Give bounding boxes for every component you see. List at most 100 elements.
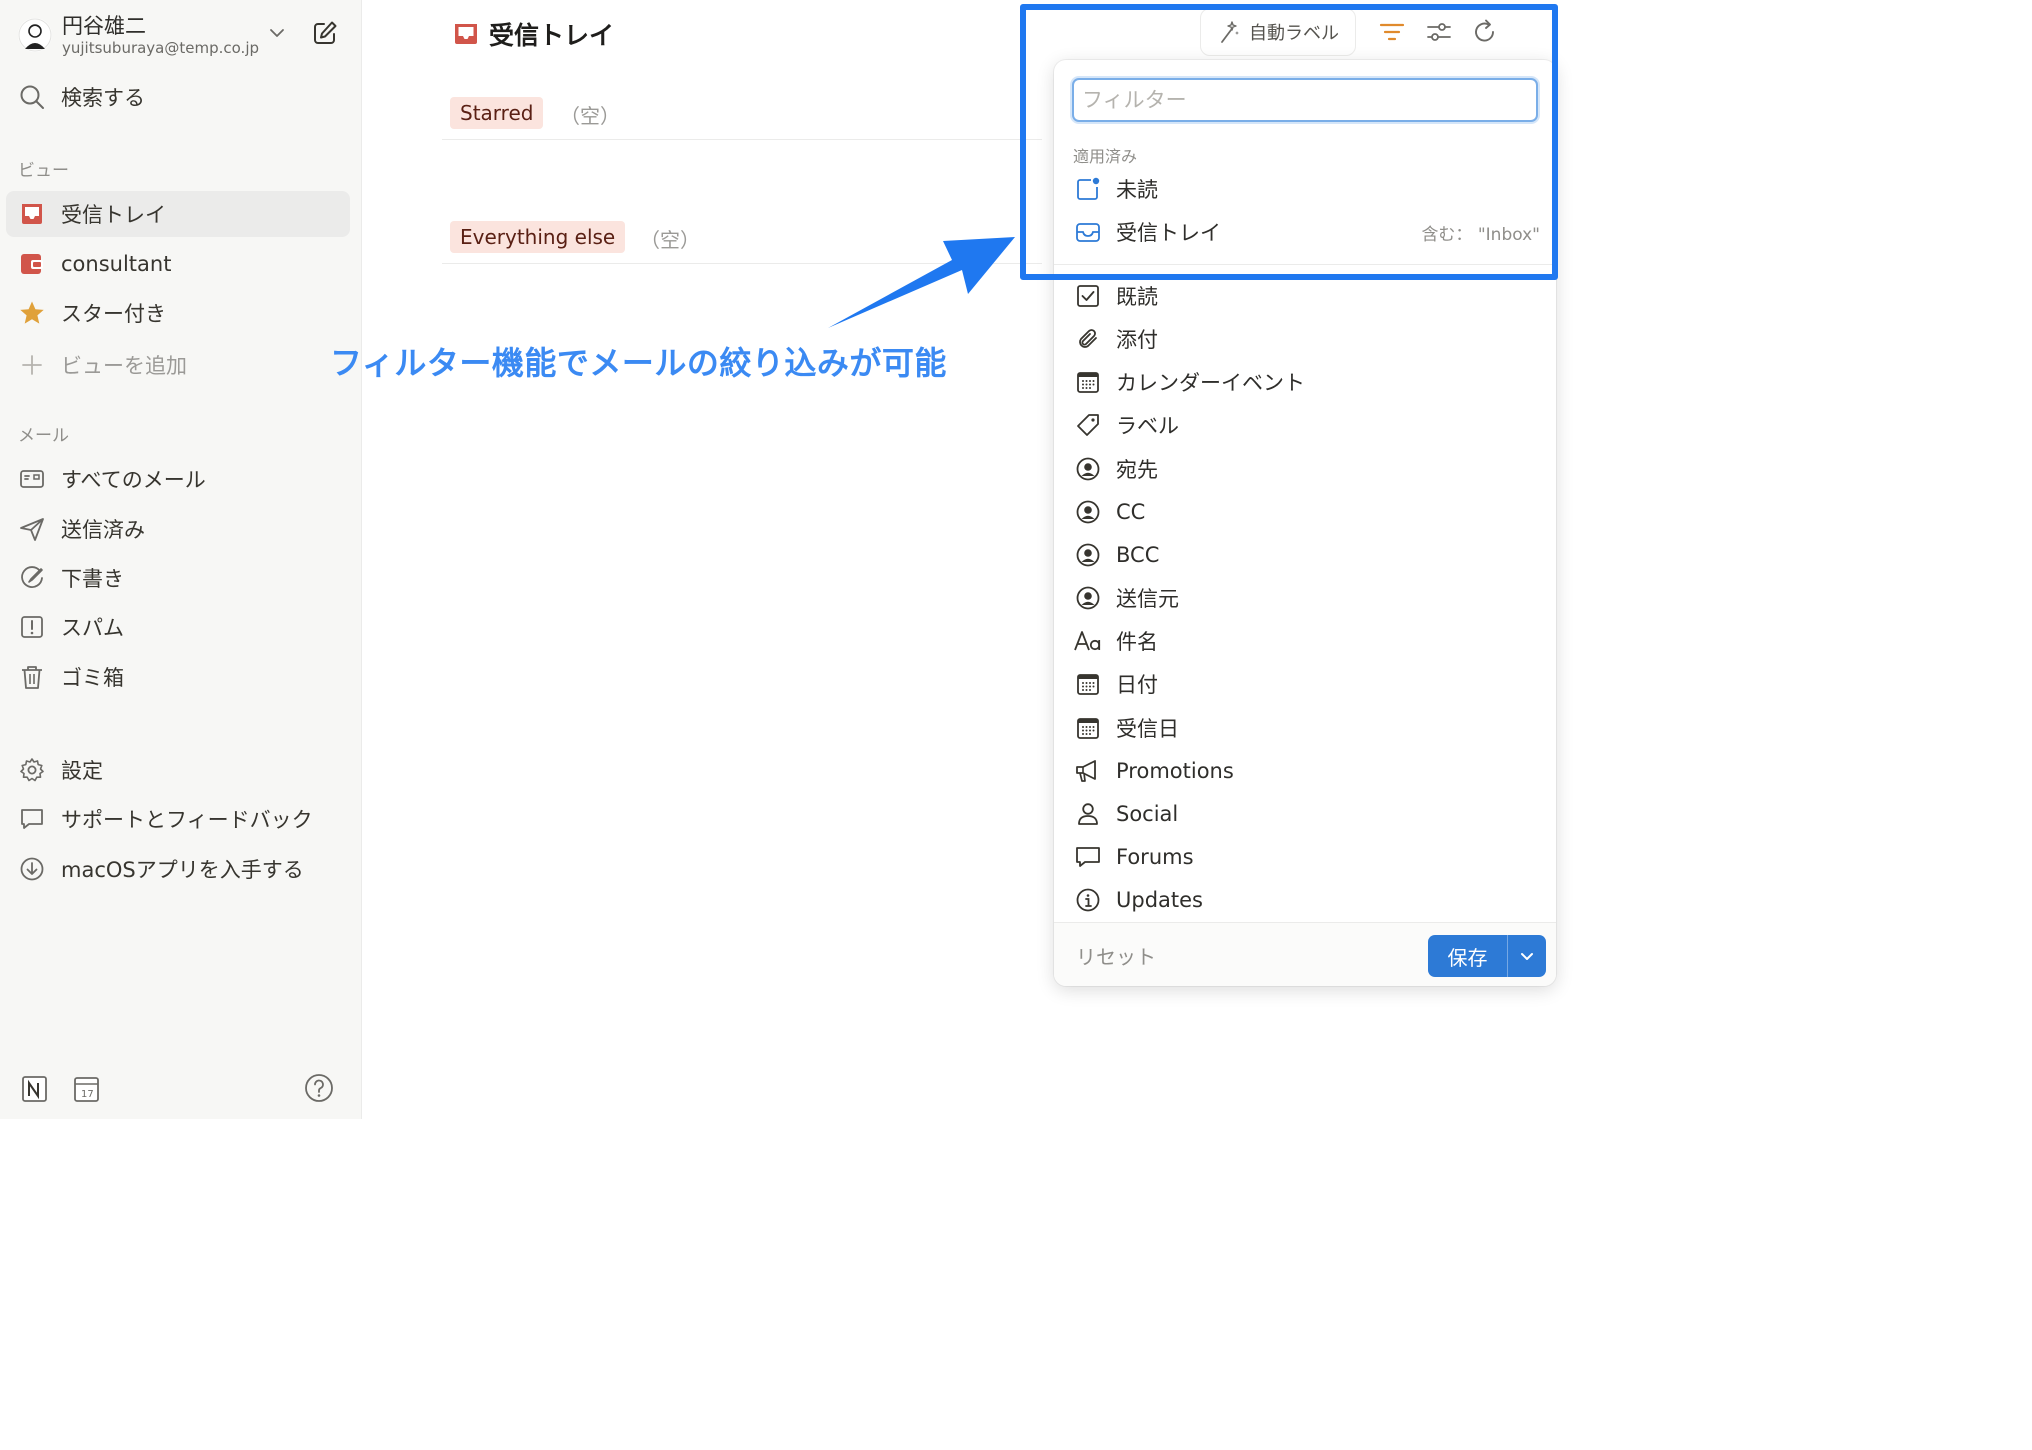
filter-applied-inbox[interactable]: 受信トレイ 含む： "Inbox" [1054,212,1556,252]
person-circle-icon [1074,455,1102,483]
account-email: yujitsuburaya@temp.co.jp [62,39,260,57]
refresh-icon[interactable] [1471,18,1499,46]
paperclip-icon [1074,325,1102,353]
filter-option-received-date[interactable]: 受信日 [1054,708,1556,748]
sidebar-item-trash[interactable]: ゴミ箱 [6,654,350,700]
sidebar-item-label: 設定 [61,759,103,783]
sidebar-item-macos-app[interactable]: macOSアプリを入手する [6,846,350,892]
sidebar-item-inbox[interactable]: 受信トレイ [6,191,350,237]
plus-icon [18,351,46,379]
filter-option-label: 未読 [1116,178,1158,202]
sidebar-item-starred[interactable]: スター付き [6,290,350,336]
mail-heading: メール [18,426,69,446]
megaphone-icon [1074,757,1102,785]
chat-bubble-icon [18,805,46,833]
help-icon[interactable] [304,1073,334,1103]
annotation-caption: フィルター機能でメールの絞り込みが可能 [330,344,947,382]
filter-option-label: 受信日 [1116,717,1179,741]
group-tag[interactable]: Everything else [450,221,626,253]
compose-icon[interactable] [312,20,338,46]
filter-search-input[interactable] [1072,78,1538,122]
save-options-button[interactable] [1508,935,1546,977]
filter-option-read[interactable]: 既読 [1054,276,1556,316]
sidebar-item-support[interactable]: サポートとフィードバック [6,796,350,842]
calendar-icon [1074,368,1102,396]
filter-option-updates[interactable]: Updates [1054,880,1556,920]
filter-option-to[interactable]: 宛先 [1054,449,1556,489]
calendar-app-icon[interactable]: 17 [72,1074,102,1104]
sidebar-item-sent[interactable]: 送信済み [6,506,350,552]
spam-icon [18,613,46,641]
person-circle-icon [1074,498,1102,526]
inbox-icon [18,200,46,228]
text-aa-icon [1074,627,1102,655]
unread-icon [1074,175,1102,203]
search-label: 検索する [61,86,145,110]
filter-option-subject[interactable]: 件名 [1054,621,1556,661]
filter-option-calendar-event[interactable]: カレンダーイベント [1054,362,1556,402]
checkbox-icon [1074,282,1102,310]
filter-option-label: 日付 [1116,673,1158,697]
filter-option-cc[interactable]: CC [1054,492,1556,532]
chat-bubble-icon [1074,843,1102,871]
filter-option-label: 受信トレイ [1116,221,1221,245]
info-icon [1074,886,1102,914]
filter-option-label: 添付 [1116,328,1158,352]
group-tag[interactable]: Starred [450,97,544,129]
filter-option-bcc[interactable]: BCC [1054,535,1556,575]
sidebar-item-label: ゴミ箱 [61,666,124,690]
filter-option-social[interactable]: Social [1054,794,1556,834]
views-heading: ビュー [18,161,69,181]
notion-icon[interactable] [20,1074,50,1104]
sidebar-item-consultant[interactable]: consultant [6,241,350,287]
sidebar-item-spam[interactable]: スパム [6,604,350,650]
filter-option-label: Updates [1116,888,1203,912]
group-starred: Starred （空） [442,92,1042,140]
group-everything-else: Everything else （空） [442,216,1042,264]
sidebar-item-label: スター付き [61,302,166,326]
applied-heading: 適用済み [1073,147,1138,166]
chevron-down-icon [1521,953,1533,960]
add-view-button[interactable]: ビューを追加 [6,342,350,388]
sidebar-item-drafts[interactable]: 下書き [6,555,350,601]
sidebar-item-label: 受信トレイ [61,203,166,227]
account-switcher[interactable]: 円谷雄二 yujitsuburaya@temp.co.jp [18,8,348,60]
sidebar-item-label: サポートとフィードバック [61,808,313,832]
calendar-icon [1074,714,1102,742]
filter-condition-text: 含む： "Inbox" [1421,224,1540,245]
filter-icon[interactable] [1378,18,1406,46]
filter-option-label: 既読 [1116,285,1158,309]
filter-option-date[interactable]: 日付 [1054,664,1556,704]
sidebar-item-settings[interactable]: 設定 [6,747,350,793]
filter-option-label-tag[interactable]: ラベル [1054,405,1556,445]
filter-option-label: ラベル [1116,414,1179,438]
sidebar: 円谷雄二 yujitsuburaya@temp.co.jp 検索する ビュー 受… [0,0,362,1119]
reset-button[interactable]: リセット [1076,941,1156,970]
sidebar-item-label: macOSアプリを入手する [61,858,304,882]
divider [1054,264,1556,265]
save-button[interactable]: 保存 [1428,935,1508,977]
sliders-icon[interactable] [1425,18,1453,46]
page-title: 受信トレイ [453,16,614,52]
filter-option-attachment[interactable]: 添付 [1054,319,1556,359]
search-button[interactable]: 検索する [6,74,350,120]
sparkle-wand-icon [1221,21,1239,43]
person-circle-icon [1074,541,1102,569]
chevron-down-icon[interactable] [268,24,286,42]
filter-option-label: Social [1116,802,1179,826]
sidebar-item-all-mail[interactable]: すべてのメール [6,456,350,502]
sidebar-item-label: 送信済み [61,518,145,542]
auto-label-button[interactable]: 自動ラベル [1200,8,1356,56]
filter-option-label: CC [1116,500,1146,524]
filter-option-from[interactable]: 送信元 [1054,578,1556,618]
consultant-label-icon [18,250,46,278]
filter-option-forums[interactable]: Forums [1054,837,1556,877]
filter-popup: 適用済み 未読 受信トレイ 含む： "Inbox" 既読 添付 カレンダーイベン… [1054,60,1556,986]
sidebar-item-label: consultant [61,252,172,276]
inbox-icon [455,24,477,44]
filter-option-promotions[interactable]: Promotions [1054,751,1556,791]
sidebar-item-label: 下書き [61,567,124,591]
filter-applied-unread[interactable]: 未読 [1054,169,1556,209]
save-button-group: 保存 [1428,935,1546,977]
person-circle-icon [1074,584,1102,612]
